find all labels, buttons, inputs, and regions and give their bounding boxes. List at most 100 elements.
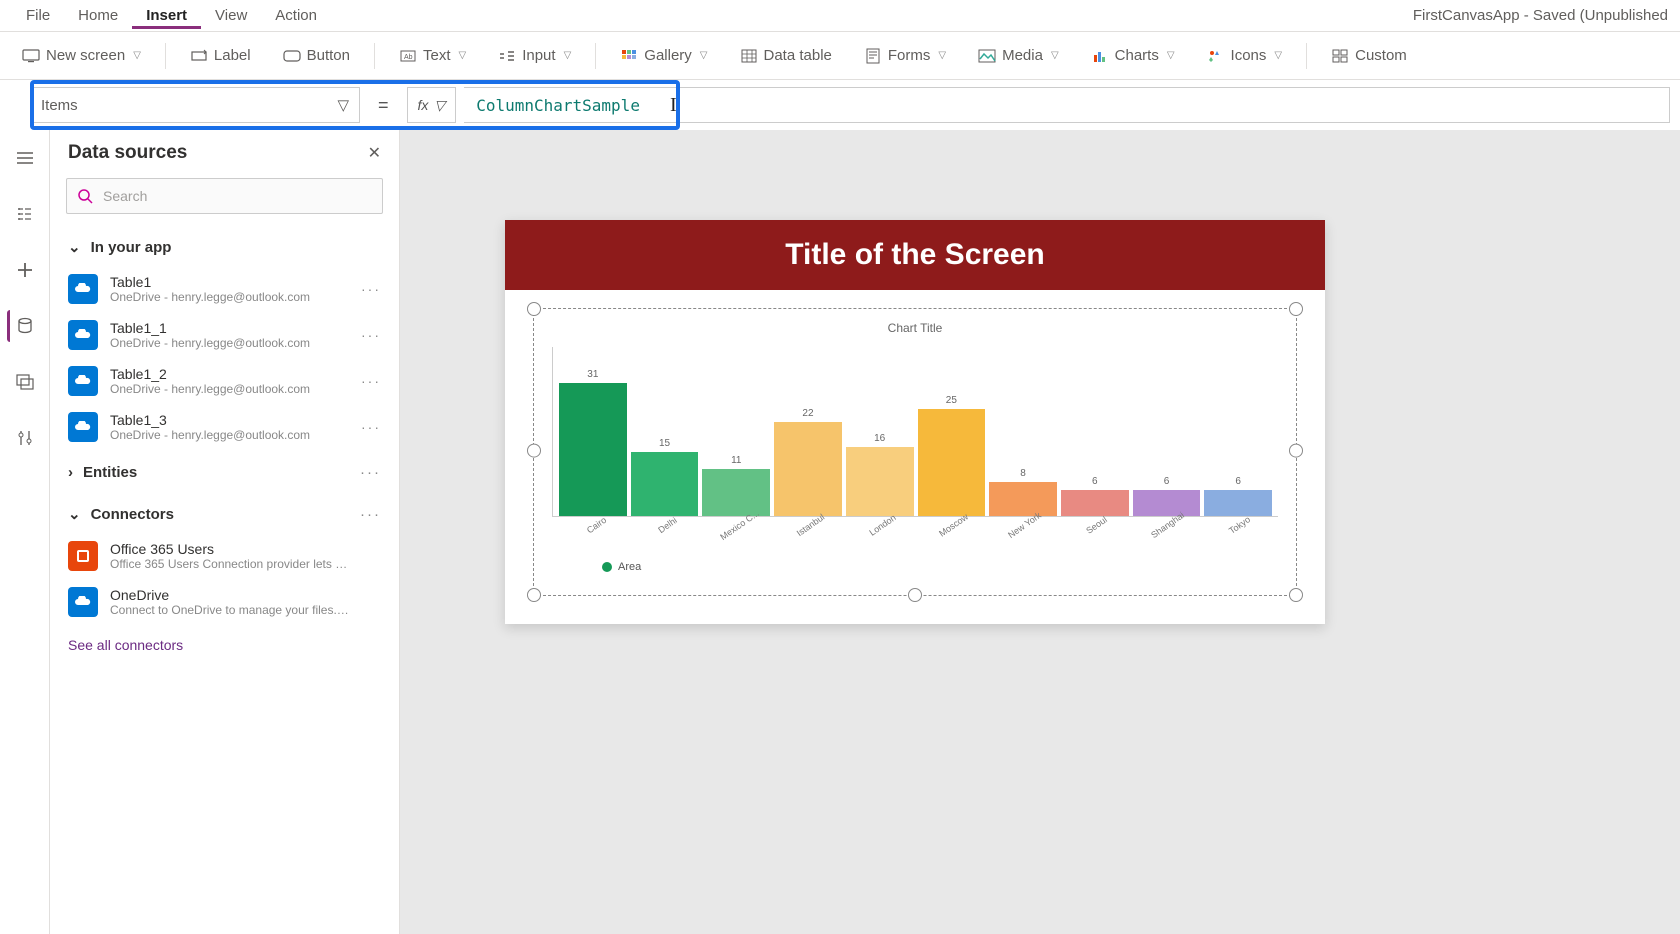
ribbon-input-label: Input [522, 47, 555, 64]
screen-title[interactable]: Title of the Screen [505, 220, 1325, 290]
search-icon [77, 188, 93, 204]
bar: 22 [774, 408, 842, 516]
chevron-down-icon: ▽ [1051, 50, 1059, 61]
close-icon[interactable]: ✕ [368, 143, 381, 163]
resize-handle[interactable] [527, 588, 541, 602]
rail-media[interactable] [9, 366, 41, 398]
rail-data[interactable] [7, 310, 39, 342]
more-icon[interactable]: ··· [361, 419, 381, 435]
property-selector[interactable]: Items ▽ [30, 87, 360, 123]
custom-icon [1331, 47, 1349, 65]
menu-action[interactable]: Action [261, 3, 331, 28]
data-source-item[interactable]: Table1_2 OneDrive - henry.legge@outlook.… [50, 358, 399, 404]
chevron-down-icon: ⌄ [68, 238, 81, 256]
ribbon-input[interactable]: Input ▽ [490, 43, 579, 69]
ribbon-button-text: Button [307, 47, 350, 64]
data-source-item[interactable]: Table1_3 OneDrive - henry.legge@outlook.… [50, 404, 399, 450]
ribbon-media-label: Media [1002, 47, 1043, 64]
app-screen[interactable]: Title of the Screen Chart Title 31 15 11… [505, 220, 1325, 624]
ribbon-custom[interactable]: Custom [1323, 43, 1415, 69]
chart-legend[interactable]: Area [552, 561, 1278, 573]
rail-tree[interactable] [9, 198, 41, 230]
chevron-down-icon: ▽ [938, 50, 946, 61]
resize-handle[interactable] [1289, 302, 1303, 316]
section-entities[interactable]: › Entities ··· [50, 454, 399, 491]
ribbon-charts-label: Charts [1115, 47, 1159, 64]
legend-dot-icon [602, 562, 612, 572]
chart-title[interactable]: Chart Title [552, 321, 1278, 335]
chevron-down-icon: ▽ [564, 50, 572, 61]
rail-hamburger[interactable] [9, 142, 41, 174]
data-source-name: Table1_3 [110, 412, 310, 428]
chevron-down-icon: ▽ [1274, 50, 1282, 61]
chart-bars: 31 15 11 22 16 25 8 6 6 6 [552, 347, 1278, 517]
rail-advanced[interactable] [9, 422, 41, 454]
bar-value-label: 6 [1235, 476, 1241, 487]
icons-icon [1207, 47, 1225, 65]
more-icon[interactable]: ··· [361, 373, 381, 389]
main-area: Data sources ✕ Search ⌄ In your app Tabl… [0, 130, 1680, 934]
formula-value: ColumnChartSample [476, 96, 640, 115]
search-placeholder: Search [103, 188, 147, 204]
onedrive-icon [68, 366, 98, 396]
ribbon: New screen ▽ Label Button Ab Text ▽ Inpu… [0, 32, 1680, 80]
fx-button[interactable]: fx ▽ [407, 87, 457, 123]
ribbon-icons[interactable]: Icons ▽ [1199, 43, 1291, 69]
ribbon-gallery[interactable]: Gallery ▽ [612, 43, 715, 69]
section-in-your-app[interactable]: ⌄ In your app [50, 228, 399, 266]
more-icon[interactable]: ··· [361, 327, 381, 343]
ribbon-text-label: Text [423, 47, 451, 64]
ribbon-text[interactable]: Ab Text ▽ [391, 43, 474, 69]
forms-icon [864, 47, 882, 65]
ribbon-new-screen[interactable]: New screen ▽ [14, 43, 149, 69]
menu-view[interactable]: View [201, 3, 261, 28]
connector-name: OneDrive [110, 587, 350, 603]
more-icon[interactable]: ··· [360, 464, 381, 481]
ribbon-data-table[interactable]: Data table [732, 43, 840, 69]
search-input[interactable]: Search [66, 178, 383, 214]
menu-file[interactable]: File [12, 3, 64, 28]
connector-sub: Office 365 Users Connection provider let… [110, 557, 350, 571]
button-icon [283, 47, 301, 65]
more-icon[interactable]: ··· [360, 506, 381, 523]
menu-home[interactable]: Home [64, 3, 132, 28]
data-sources-panel: Data sources ✕ Search ⌄ In your app Tabl… [50, 130, 400, 934]
chart-control-selected[interactable]: Chart Title 31 15 11 22 16 25 8 6 6 6 Ca… [533, 308, 1297, 596]
resize-handle[interactable] [1289, 444, 1303, 458]
connector-item[interactable]: Office 365 Users Office 365 Users Connec… [50, 533, 399, 579]
data-source-sub: OneDrive - henry.legge@outlook.com [110, 336, 310, 350]
ribbon-new-screen-label: New screen [46, 47, 125, 64]
menu-insert[interactable]: Insert [132, 3, 201, 29]
data-source-name: Table1_2 [110, 366, 310, 382]
bar: 31 [559, 369, 627, 516]
resize-handle[interactable] [527, 302, 541, 316]
bar-value-label: 11 [731, 455, 741, 466]
connector-item[interactable]: OneDrive Connect to OneDrive to manage y… [50, 579, 399, 625]
bar-rect [559, 383, 627, 516]
screen-icon [22, 47, 40, 65]
rail-add[interactable] [9, 254, 41, 286]
ribbon-media[interactable]: Media ▽ [970, 43, 1067, 69]
see-all-connectors-link[interactable]: See all connectors [50, 625, 399, 665]
canvas[interactable]: Title of the Screen Chart Title 31 15 11… [400, 130, 1680, 934]
resize-handle[interactable] [908, 588, 922, 602]
ribbon-charts[interactable]: Charts ▽ [1083, 43, 1183, 69]
data-source-item[interactable]: Table1_1 OneDrive - henry.legge@outlook.… [50, 312, 399, 358]
chevron-down-icon: ⌄ [68, 505, 81, 523]
data-source-name: Table1 [110, 274, 310, 290]
data-source-item[interactable]: Table1 OneDrive - henry.legge@outlook.co… [50, 266, 399, 312]
ribbon-button[interactable]: Button [275, 43, 358, 69]
ribbon-label[interactable]: Label [182, 43, 259, 69]
section-connectors[interactable]: ⌄ Connectors ··· [50, 495, 399, 533]
bar-value-label: 8 [1020, 468, 1026, 479]
resize-handle[interactable] [1289, 588, 1303, 602]
formula-input[interactable]: ColumnChartSample I [464, 87, 1670, 123]
bar-value-label: 22 [802, 408, 813, 419]
more-icon[interactable]: ··· [361, 281, 381, 297]
gallery-icon [620, 47, 638, 65]
data-source-sub: OneDrive - henry.legge@outlook.com [110, 290, 310, 304]
input-icon [498, 47, 516, 65]
ribbon-forms[interactable]: Forms ▽ [856, 43, 954, 69]
bar: 25 [918, 395, 986, 516]
resize-handle[interactable] [527, 444, 541, 458]
